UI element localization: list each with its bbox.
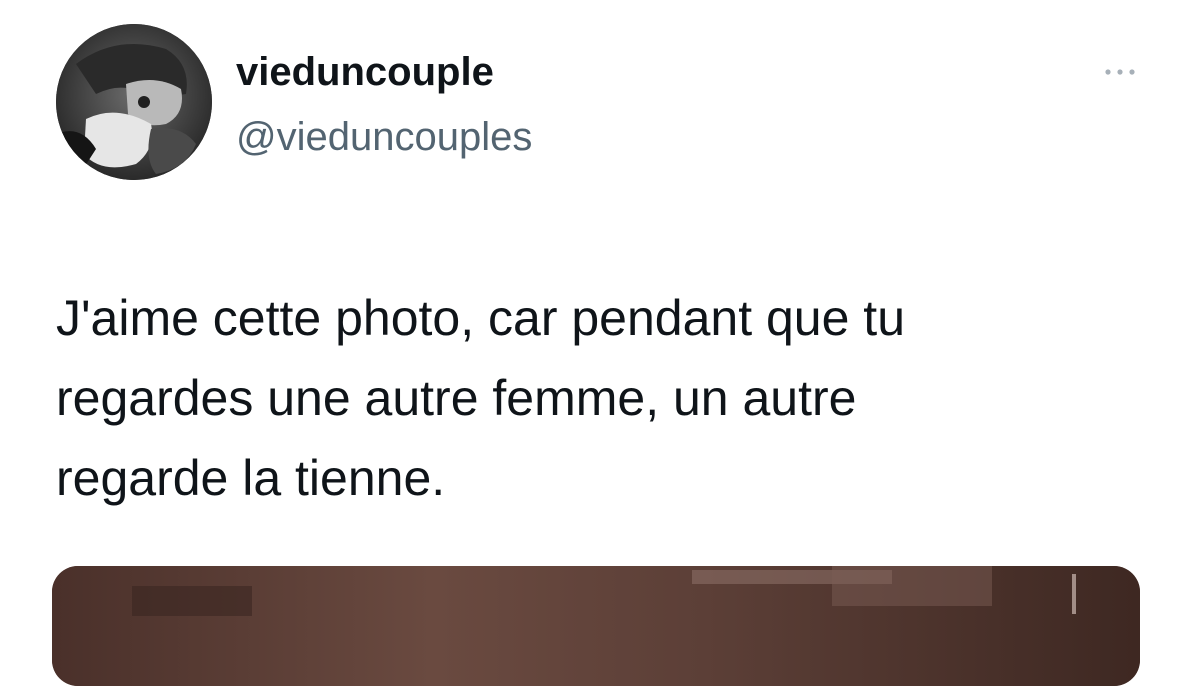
author-handle[interactable]: @vieduncouples xyxy=(236,113,532,161)
avatar-photo xyxy=(56,24,212,180)
tweet-card: vieduncouple @vieduncouples J'aime cette… xyxy=(0,0,1200,686)
author-avatar[interactable] xyxy=(56,24,212,180)
media-photo-image xyxy=(52,566,1140,686)
author-display-name[interactable]: vieduncouple xyxy=(236,48,494,96)
tweet-text: J'aime cette photo, car pendant que tu r… xyxy=(56,290,905,506)
more-options-button[interactable] xyxy=(1092,56,1148,88)
tweet-media-photo[interactable] xyxy=(52,566,1140,686)
more-options-ellipsis-icon xyxy=(1105,69,1135,75)
